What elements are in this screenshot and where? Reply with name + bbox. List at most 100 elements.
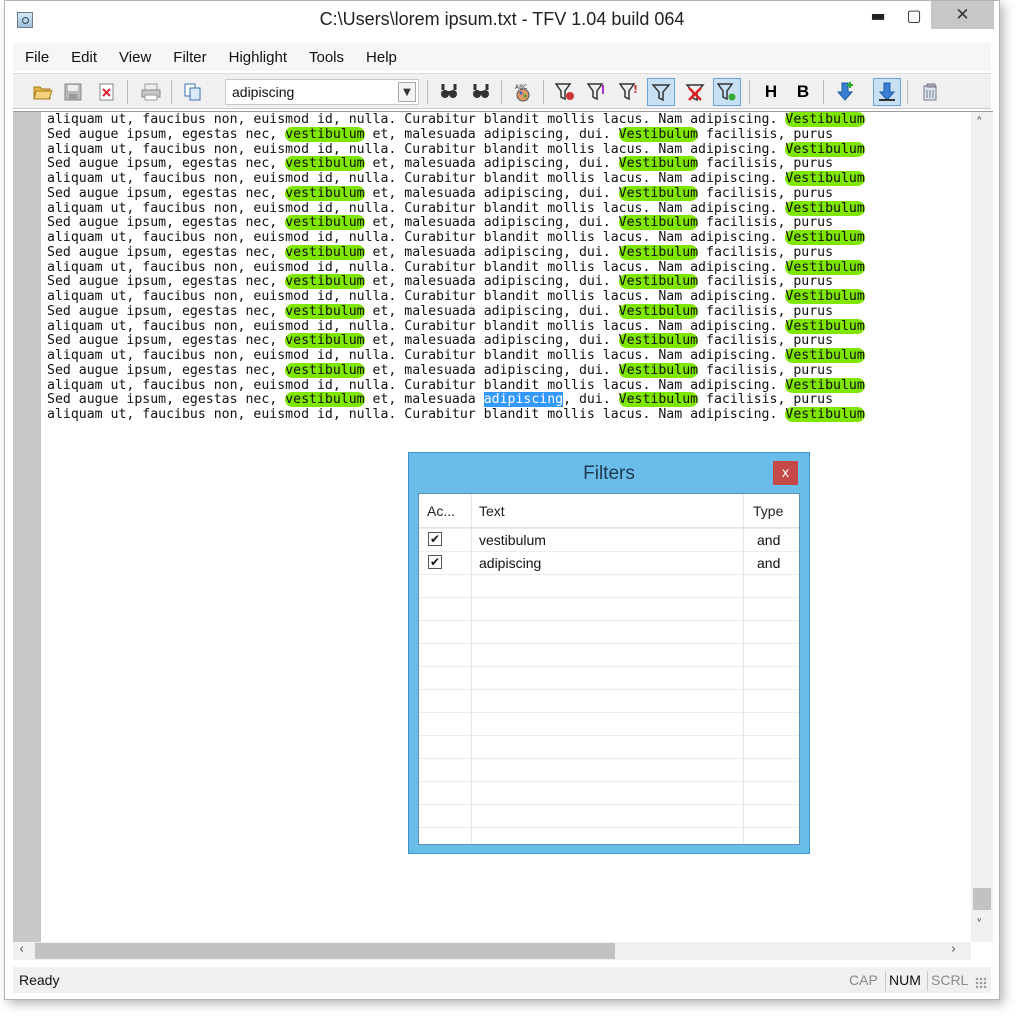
line-text: et, malesuada	[364, 126, 484, 142]
scroll-to-end-icon[interactable]	[831, 78, 859, 106]
filters-header: Ac... Text Type	[419, 494, 799, 528]
line-text: Sed augue ipsum, egestas nec,	[47, 244, 286, 260]
filter-text: vestibulum	[479, 532, 546, 548]
line-text: Sed augue ipsum, egestas nec,	[47, 126, 286, 142]
text-lines: aliquam ut, faucibus non, euismod id, nu…	[47, 112, 865, 423]
horizontal-scroll-thumb[interactable]	[35, 943, 615, 959]
row-divider	[419, 574, 799, 575]
line-text: , dui.	[563, 333, 619, 349]
text-line: aliquam ut, faucibus non, euismod id, nu…	[47, 348, 865, 364]
search-combo[interactable]: adipiscing ▼	[225, 79, 419, 105]
menu-tools[interactable]: Tools	[309, 49, 344, 66]
search-combo-value: adipiscing	[232, 84, 295, 100]
minimize-button[interactable]: ▬	[863, 1, 893, 29]
spellcheck-icon[interactable]: ABC	[509, 78, 537, 106]
line-text: et, malesuada	[364, 274, 484, 290]
line-text: facilisis, purus	[698, 303, 834, 319]
line-text: adipiscing	[483, 126, 564, 142]
line-text: adipiscing	[483, 156, 564, 172]
scroll-right-icon[interactable]: ›	[951, 942, 956, 957]
filter-row[interactable]: ✔ adipiscing and	[419, 551, 799, 574]
highlight-match: vestibulum	[285, 303, 365, 319]
bold-icon[interactable]: B	[789, 78, 817, 106]
line-text: et, malesuada	[364, 333, 484, 349]
text-line: aliquam ut, faucibus non, euismod id, nu…	[47, 112, 865, 128]
text-line: aliquam ut, faucibus non, euismod id, nu…	[47, 230, 865, 246]
status-text: Ready	[19, 972, 60, 988]
line-text: Sed augue ipsum, egestas nec,	[47, 156, 286, 172]
clear-icon[interactable]	[917, 78, 945, 106]
line-text: Sed augue ipsum, egestas nec,	[47, 303, 286, 319]
highlight-match: Vestibulum	[785, 318, 865, 334]
line-text: , dui.	[563, 215, 619, 231]
line-text: Sed augue ipsum, egestas nec,	[47, 362, 286, 378]
scroll-left-icon[interactable]: ‹	[19, 942, 24, 957]
menu-highlight[interactable]: Highlight	[229, 49, 287, 66]
line-text: Sed augue ipsum, egestas nec,	[47, 392, 286, 408]
highlight-match: Vestibulum	[785, 377, 865, 393]
important-filter-icon[interactable]: !	[615, 78, 643, 106]
highlight-match: Vestibulum	[618, 333, 699, 349]
filter-active-checkbox[interactable]: ✔	[428, 532, 442, 546]
row-divider	[419, 712, 799, 713]
line-text: et, malesuada	[364, 392, 484, 408]
line-text: aliquam ut, faucibus non, euismod id, nu…	[47, 289, 786, 304]
scroll-up-icon[interactable]: ˄	[976, 116, 983, 131]
filter-row[interactable]: ✔ vestibulum and	[419, 528, 799, 551]
filters-dialog-title: Filters	[583, 463, 635, 484]
row-divider	[419, 735, 799, 736]
open-folder-icon[interactable]	[29, 78, 57, 106]
resize-grip-icon[interactable]	[975, 977, 987, 989]
row-divider	[419, 689, 799, 690]
highlight-match: Vestibulum	[618, 126, 699, 142]
menu-help[interactable]: Help	[366, 49, 397, 66]
autoscroll-icon[interactable]	[873, 78, 901, 106]
save-as-icon[interactable]	[93, 78, 121, 106]
filters-close-button[interactable]: x	[773, 461, 798, 485]
line-text: et, malesuada	[364, 156, 484, 172]
scrl-indicator: SCRL	[931, 972, 969, 988]
highlight-match: Vestibulum	[785, 171, 865, 186]
print-icon[interactable]	[137, 78, 165, 106]
text-line: Sed augue ipsum, egestas nec, vestibulum…	[47, 274, 865, 290]
row-divider	[419, 758, 799, 759]
maximize-button[interactable]: ▢	[899, 1, 929, 29]
menu-view[interactable]: View	[119, 49, 151, 66]
menu-file[interactable]: File	[25, 49, 49, 66]
column-active[interactable]: Ac...	[427, 503, 455, 519]
text-line: aliquam ut, faucibus non, euismod id, nu…	[47, 377, 865, 394]
column-type[interactable]: Type	[753, 503, 783, 519]
remove-filter-icon[interactable]	[681, 78, 709, 106]
line-text: facilisis, purus	[698, 244, 834, 260]
line-text: facilisis, purus	[698, 156, 834, 172]
column-text[interactable]: Text	[479, 503, 505, 519]
vertical-scrollbar[interactable]: ˄ ˅	[971, 112, 993, 942]
text-line: Sed augue ipsum, egestas nec, vestibulum…	[47, 185, 865, 202]
menu-edit[interactable]: Edit	[71, 49, 97, 66]
find-prev-icon[interactable]	[467, 78, 495, 106]
filter-active-icon[interactable]	[647, 78, 675, 106]
scroll-down-icon[interactable]: ˅	[976, 918, 983, 933]
horizontal-scrollbar[interactable]: ‹ ›	[13, 942, 971, 960]
text-line: Sed augue ipsum, egestas nec, vestibulum…	[47, 126, 865, 143]
save-icon[interactable]	[59, 78, 87, 106]
filters-list[interactable]: Ac... Text Type ✔ vestibulum and ✔ adipi…	[418, 493, 800, 845]
highlight-icon[interactable]: H	[757, 78, 785, 106]
chevron-down-icon[interactable]: ▼	[398, 82, 416, 102]
copy-icon[interactable]	[179, 78, 207, 106]
close-button[interactable]: ✕	[931, 1, 994, 29]
text-line: aliquam ut, faucibus non, euismod id, nu…	[47, 141, 865, 158]
line-text: adipiscing	[483, 215, 564, 231]
vertical-scroll-thumb[interactable]	[973, 888, 991, 910]
selected-match: adipiscing	[483, 392, 564, 408]
text-line: Sed augue ipsum, egestas nec, vestibulum…	[47, 156, 865, 172]
add-filter-icon[interactable]	[551, 78, 579, 106]
filter-active-checkbox[interactable]: ✔	[428, 555, 442, 569]
find-next-icon[interactable]	[435, 78, 463, 106]
filters-dialog: Filters x Ac... Text Type ✔ vestibulum a…	[408, 452, 810, 854]
edit-filter-icon[interactable]	[583, 78, 611, 106]
text-line: aliquam ut, faucibus non, euismod id, nu…	[47, 200, 865, 217]
highlight-match: vestibulum	[285, 156, 365, 172]
menu-filter[interactable]: Filter	[173, 49, 206, 66]
filter-options-icon[interactable]	[713, 78, 741, 106]
